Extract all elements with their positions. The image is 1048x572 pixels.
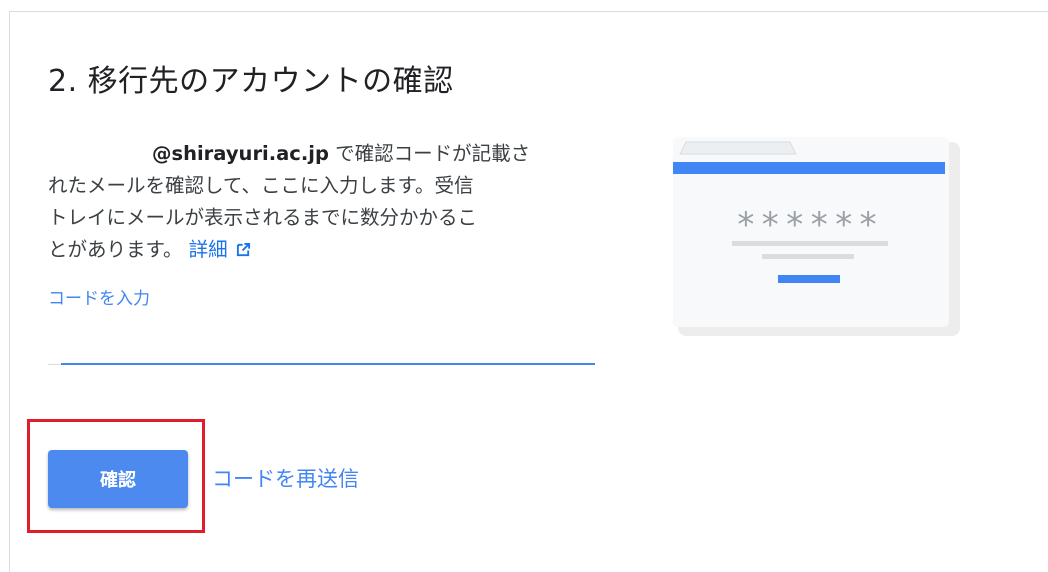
learn-more-link[interactable]: 詳細 — [189, 238, 228, 261]
masked-code-text: ****** — [736, 205, 883, 245]
resend-code-link[interactable]: コードを再送信 — [212, 463, 359, 493]
code-field[interactable] — [48, 300, 595, 368]
description-line-4: とがあります。 — [48, 238, 183, 261]
email-domain: @shirayuri.ac.jp — [152, 142, 329, 165]
external-link-icon — [236, 242, 250, 257]
input-focus-underline — [61, 363, 595, 365]
confirm-button[interactable]: 確認 — [48, 450, 188, 508]
page-title: 2. 移行先のアカウントの確認 — [48, 64, 454, 99]
code-input[interactable] — [48, 300, 574, 368]
verification-email-illustration: ****** — [673, 137, 960, 336]
description-line-1: で確認コードが記載さ — [328, 142, 531, 165]
description: @shirayuri.ac.jp で確認コードが記載されたメールを確認して、ここ… — [48, 138, 578, 266]
description-line-2: れたメールを確認して、ここに入力します。受信 — [48, 174, 474, 197]
description-line-3: トレイにメールが表示されるまでに数分かかるこ — [48, 206, 478, 229]
